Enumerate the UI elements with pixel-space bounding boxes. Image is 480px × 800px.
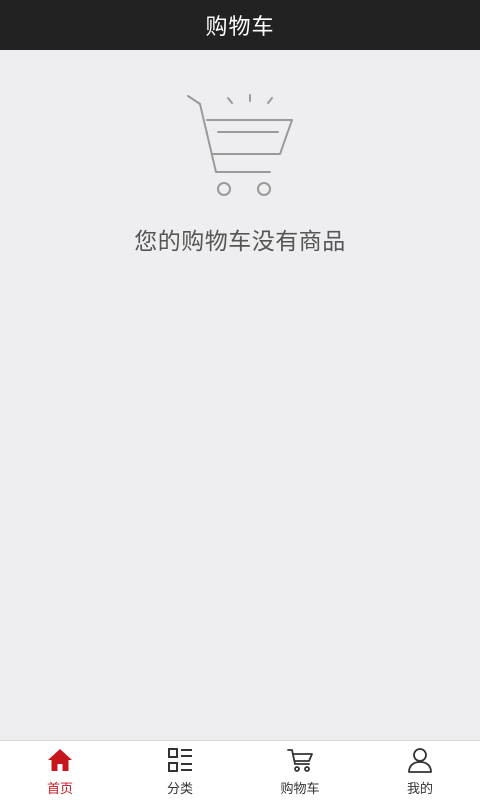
tab-cart[interactable]: 购物车 [240, 741, 360, 800]
category-list-icon [168, 748, 192, 772]
tab-category[interactable]: 分类 [120, 741, 240, 800]
tab-cart-label: 购物车 [280, 782, 320, 797]
header-bar: 购物车 [0, 0, 480, 50]
tab-mine[interactable]: 我的 [360, 741, 480, 800]
cart-main: 您的购物车没有商品 [0, 50, 480, 740]
tab-mine-label: 我的 [406, 782, 433, 797]
tab-category-label: 分类 [166, 782, 193, 797]
empty-cart-message: 您的购物车没有商品 [134, 229, 346, 255]
empty-cart-icon [187, 94, 293, 196]
tab-home-label: 首页 [46, 782, 73, 797]
user-icon [408, 748, 432, 773]
tab-home[interactable]: 首页 [0, 741, 120, 800]
page-title: 购物车 [205, 15, 275, 40]
home-icon [48, 749, 72, 771]
cart-icon [287, 749, 313, 772]
bottom-tab-bar: 首页 分类 购物车 我的 [0, 740, 480, 800]
app-screen: 购物车 您的购物车没有商品 首页 分类 购物车 我的 [0, 0, 480, 800]
